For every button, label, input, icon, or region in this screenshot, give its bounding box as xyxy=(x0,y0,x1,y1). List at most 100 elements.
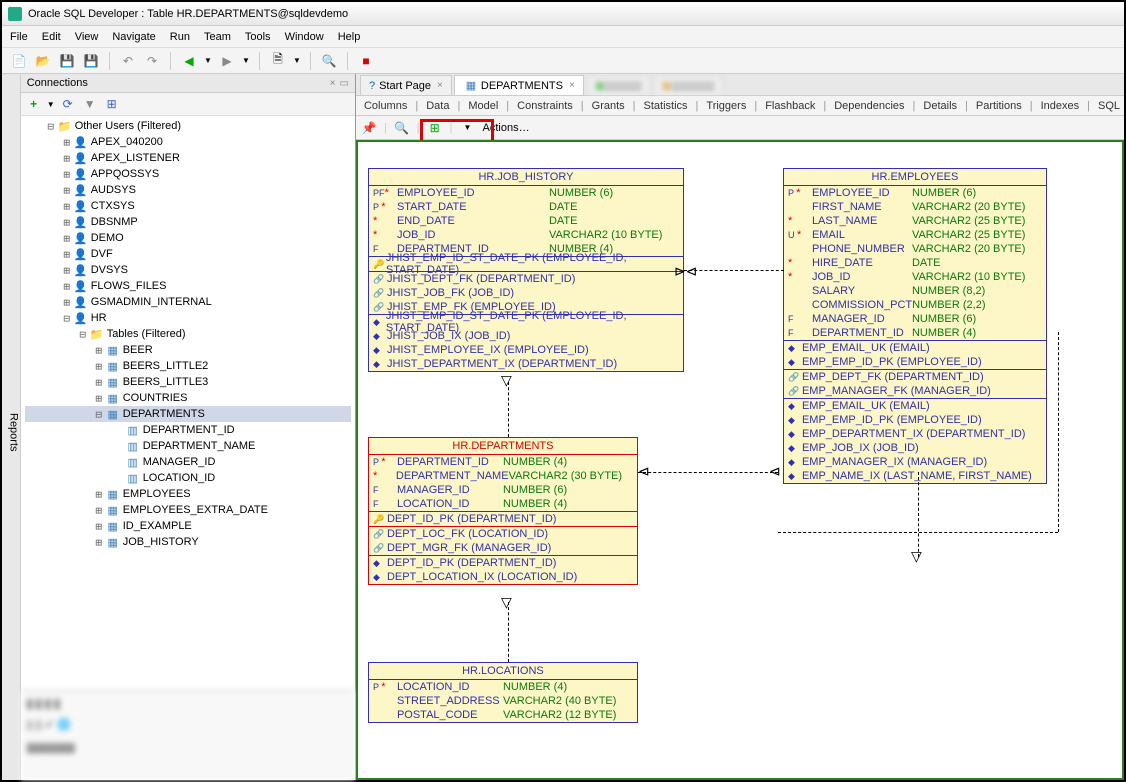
menu-view[interactable]: View xyxy=(75,31,99,43)
entity-locations[interactable]: HR.LOCATIONS P *LOCATION_IDNUMBER (4)STR… xyxy=(368,662,638,723)
new-icon[interactable]: 📄 xyxy=(10,52,28,70)
subtab-flashback[interactable]: Flashback xyxy=(761,99,819,113)
tree-user[interactable]: ⊞👤GSMADMIN_INTERNAL xyxy=(25,294,351,310)
expand-icon[interactable]: ⊞ xyxy=(61,200,73,213)
add-dropdown-icon[interactable]: ▼ xyxy=(47,95,55,113)
tree-column[interactable]: ▥DEPARTMENT_NAME xyxy=(25,438,351,454)
tree-tables[interactable]: Tables (Filtered) xyxy=(107,328,186,340)
subtab-data[interactable]: Data xyxy=(422,99,453,113)
tree-departments[interactable]: ⊟▦DEPARTMENTS xyxy=(25,406,351,422)
pin-icon[interactable]: 📌 xyxy=(360,119,378,137)
expand-icon[interactable]: ⊞ xyxy=(61,184,73,197)
zoom-icon[interactable]: 🔍 xyxy=(393,119,411,137)
expand-icon[interactable]: ⊟ xyxy=(77,328,89,341)
sql-dropdown-icon[interactable]: ▼ xyxy=(293,52,301,70)
tree-table[interactable]: ⊞▦ID_EXAMPLE xyxy=(25,518,351,534)
expand-icon[interactable]: ⊞ xyxy=(61,232,73,245)
find-icon[interactable]: 🔍 xyxy=(320,52,338,70)
expand-icon[interactable]: ⊞ xyxy=(93,376,105,389)
sql-icon[interactable]: 🗎 xyxy=(269,52,287,70)
subtab-sql[interactable]: SQL xyxy=(1094,99,1124,113)
expand-icon[interactable]: ⊟ xyxy=(61,312,73,325)
subtab-statistics[interactable]: Statistics xyxy=(640,99,692,113)
save-all-icon[interactable]: 💾 xyxy=(82,52,100,70)
expand-icon[interactable]: ⊞ xyxy=(93,344,105,357)
menu-file[interactable]: File xyxy=(10,31,28,43)
expand-icon[interactable]: ⊞ xyxy=(61,264,73,277)
tree-table[interactable]: ⊞▦EMPLOYEES xyxy=(25,486,351,502)
forward-icon[interactable]: ▶ xyxy=(218,52,236,70)
entity-job-history[interactable]: HR.JOB_HISTORY PF*EMPLOYEE_IDNUMBER (6)P… xyxy=(368,168,684,372)
tree-user[interactable]: ⊞👤FLOWS_FILES xyxy=(25,278,351,294)
expand-icon[interactable]: ⊞ xyxy=(93,536,105,549)
subtab-columns[interactable]: Columns xyxy=(360,99,411,113)
tree-column[interactable]: ▥LOCATION_ID xyxy=(25,470,351,486)
tree-user[interactable]: ⊞👤APPQOSSYS xyxy=(25,166,351,182)
subtab-indexes[interactable]: Indexes xyxy=(1037,99,1084,113)
menu-navigate[interactable]: Navigate xyxy=(112,31,155,43)
refresh-icon[interactable]: ⟳ xyxy=(59,95,77,113)
actions-button[interactable]: Actions… xyxy=(483,122,530,134)
tree-user[interactable]: ⊞👤APEX_040200 xyxy=(25,134,351,150)
expand-icon[interactable]: ⊞ xyxy=(61,152,73,165)
close-icon[interactable]: × xyxy=(437,80,443,91)
tree-table[interactable]: ⊞▦BEERS_LITTLE2 xyxy=(25,358,351,374)
tab-departments[interactable]: ▦DEPARTMENTS× xyxy=(454,75,584,95)
tree-table[interactable]: ⊞▦JOB_HISTORY xyxy=(25,534,351,550)
tree-table[interactable]: ⊞▦COUNTRIES xyxy=(25,390,351,406)
tree-user[interactable]: ⊞👤DEMO xyxy=(25,230,351,246)
minimize-icon[interactable]: × xyxy=(330,78,336,89)
expand-icon[interactable]: ⊞ xyxy=(93,504,105,517)
schema-icon[interactable]: ⊞ xyxy=(103,95,121,113)
expand-icon[interactable]: ⊞ xyxy=(61,216,73,229)
entity-employees[interactable]: HR.EMPLOYEES P *EMPLOYEE_IDNUMBER (6)FIR… xyxy=(783,168,1047,484)
tree-table[interactable]: ⊞▦BEERS_LITTLE3 xyxy=(25,374,351,390)
expand-icon[interactable]: ⊞ xyxy=(61,248,73,261)
back-icon[interactable]: ◀ xyxy=(180,52,198,70)
subtab-details[interactable]: Details xyxy=(919,99,961,113)
schema-tool-icon[interactable]: ⊞ xyxy=(426,119,444,137)
undo-icon[interactable]: ↶ xyxy=(119,52,137,70)
expand-icon[interactable]: ⊞ xyxy=(61,280,73,293)
expand-icon[interactable]: ⊞ xyxy=(93,520,105,533)
subtab-model[interactable]: Model xyxy=(464,99,502,113)
menu-team[interactable]: Team xyxy=(204,31,231,43)
menu-edit[interactable]: Edit xyxy=(42,31,61,43)
expand-icon[interactable]: ⊞ xyxy=(93,392,105,405)
tree-user[interactable]: ⊞👤AUDSYS xyxy=(25,182,351,198)
menu-help[interactable]: Help xyxy=(338,31,361,43)
tree-column[interactable]: ▥DEPARTMENT_ID xyxy=(25,422,351,438)
stop-icon[interactable]: ■ xyxy=(357,52,375,70)
expand-icon[interactable]: ⊞ xyxy=(61,296,73,309)
save-icon[interactable]: 💾 xyxy=(58,52,76,70)
connections-tree[interactable]: ⊟📁Other Users (Filtered) ⊞👤APEX_040200⊞👤… xyxy=(21,116,355,690)
filter-icon[interactable]: ▼ xyxy=(81,95,99,113)
expand-icon[interactable]: ⊟ xyxy=(45,120,57,133)
menu-tools[interactable]: Tools xyxy=(245,31,271,43)
subtab-partitions[interactable]: Partitions xyxy=(972,99,1026,113)
tab-start-page[interactable]: ?Start Page× xyxy=(360,75,452,95)
close-icon[interactable]: × xyxy=(569,80,575,91)
subtab-triggers[interactable]: Triggers xyxy=(702,99,750,113)
tree-hr[interactable]: HR xyxy=(91,312,107,324)
subtab-grants[interactable]: Grants xyxy=(588,99,629,113)
add-connection-icon[interactable]: + xyxy=(25,95,43,113)
reports-rail[interactable]: Reports xyxy=(2,74,21,780)
subtab-constraints[interactable]: Constraints xyxy=(513,99,577,113)
tree-user[interactable]: ⊞👤DVF xyxy=(25,246,351,262)
subtab-dependencies[interactable]: Dependencies xyxy=(830,99,908,113)
tree-user[interactable]: ⊞👤APEX_LISTENER xyxy=(25,150,351,166)
expand-icon[interactable]: ⊞ xyxy=(61,136,73,149)
forward-dropdown-icon[interactable]: ▼ xyxy=(242,52,250,70)
collapse-icon[interactable]: ▭ xyxy=(339,78,348,89)
expand-icon[interactable]: ⊟ xyxy=(93,408,105,421)
tree-table[interactable]: ⊞▦BEER xyxy=(25,342,351,358)
tree-user[interactable]: ⊞👤DBSNMP xyxy=(25,214,351,230)
menu-run[interactable]: Run xyxy=(170,31,190,43)
tree-user[interactable]: ⊞👤CTXSYS xyxy=(25,198,351,214)
model-canvas[interactable]: HR.JOB_HISTORY PF*EMPLOYEE_IDNUMBER (6)P… xyxy=(356,140,1124,780)
redo-icon[interactable]: ↷ xyxy=(143,52,161,70)
expand-icon[interactable]: ⊞ xyxy=(61,168,73,181)
open-icon[interactable]: 📂 xyxy=(34,52,52,70)
tree-other-users[interactable]: Other Users (Filtered) xyxy=(75,120,181,132)
